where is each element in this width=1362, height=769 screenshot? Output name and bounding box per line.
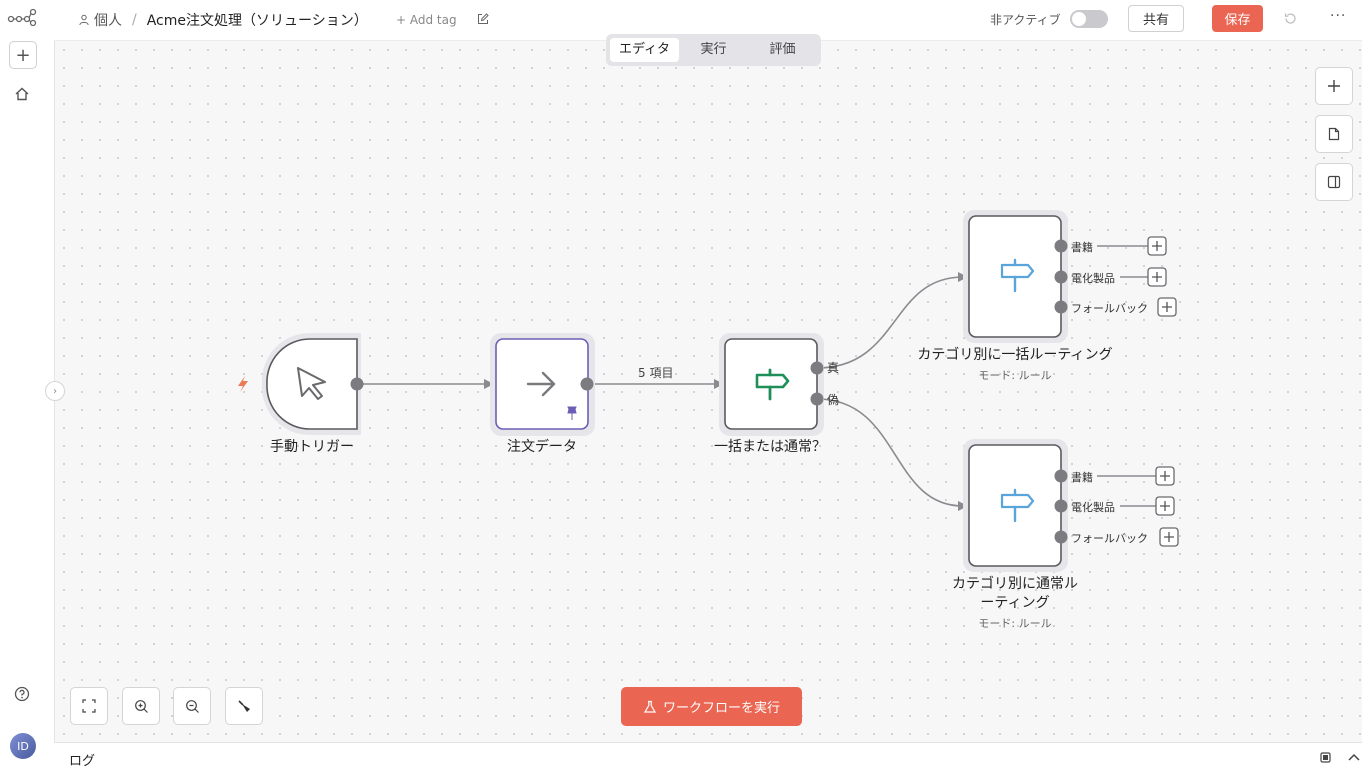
more-options-button[interactable]: ··· <box>1330 8 1346 24</box>
note-icon <box>1328 127 1340 141</box>
pop-out-icon[interactable] <box>1320 752 1331 763</box>
normal-output-handle-fallback[interactable] <box>1054 530 1068 544</box>
bulk-add-books-button[interactable] <box>1147 236 1167 256</box>
output-handle-order[interactable] <box>580 377 594 391</box>
bulk-output-label-books: 書籍 <box>1071 241 1093 254</box>
add-tag-button[interactable]: + Add tag <box>396 13 457 27</box>
tab-editor[interactable]: エディタ <box>610 38 679 62</box>
order-data-node-label: 注文データ <box>507 439 577 455</box>
normal-add-books-button[interactable] <box>1155 466 1175 486</box>
normal-add-electronics-button[interactable] <box>1155 496 1175 516</box>
bulk-output-handle-fallback[interactable] <box>1054 300 1068 314</box>
bulk-output-handle-electronics[interactable] <box>1054 270 1068 284</box>
edit-description-icon[interactable] <box>477 13 489 25</box>
zoom-in-button[interactable] <box>122 687 160 725</box>
node-normal-routing[interactable] <box>963 439 1068 572</box>
bulk-add-electronics-button[interactable] <box>1147 267 1167 287</box>
fit-view-icon <box>82 699 96 713</box>
expand-sidebar-button[interactable]: › <box>45 381 65 401</box>
node-bulk-or-normal[interactable] <box>719 333 824 436</box>
breadcrumb-separator: / <box>132 12 137 28</box>
edge-item-count-label: 5 項目 <box>638 366 674 380</box>
n8n-logo-icon[interactable] <box>7 8 37 26</box>
workflow-name[interactable]: Acme注文処理（ソリューション） <box>147 10 368 30</box>
node-bulk-routing[interactable] <box>963 210 1068 343</box>
save-button[interactable]: 保存 <box>1212 5 1263 32</box>
normal-routing-mode: モード: ルール <box>978 617 1052 630</box>
zoom-out-button[interactable] <box>173 687 211 725</box>
active-toggle[interactable] <box>1070 10 1108 28</box>
workflow-canvas[interactable] <box>55 41 1362 742</box>
bulk-output-label-fallback: フォールバック <box>1071 302 1148 315</box>
tab-evaluations[interactable]: 評価 <box>748 38 817 62</box>
history-icon[interactable] <box>1284 12 1297 25</box>
flask-icon <box>643 700 657 713</box>
tab-executions[interactable]: 実行 <box>679 38 748 62</box>
bulk-routing-node-label: カテゴリ別に一括ルーティング <box>917 347 1113 363</box>
add-new-button[interactable]: + <box>9 41 37 69</box>
log-panel-bar[interactable]: ログ <box>54 742 1362 769</box>
chevron-up-icon[interactable] <box>1348 753 1360 761</box>
active-status-label: 非アクティブ <box>990 13 1061 27</box>
panel-icon <box>1327 175 1341 189</box>
log-label: ログ <box>69 754 96 769</box>
if-true-label: 真 <box>827 361 840 375</box>
normal-routing-node-label-1: カテゴリ別に通常ル <box>952 576 1078 592</box>
share-button[interactable]: 共有 <box>1128 5 1184 32</box>
normal-output-handle-books[interactable] <box>1054 469 1068 483</box>
normal-output-label-electronics: 電化製品 <box>1071 501 1115 514</box>
run-workflow-button[interactable]: ワークフローを実行 <box>621 687 802 726</box>
run-workflow-label: ワークフローを実行 <box>662 701 780 716</box>
add-sticky-note-button[interactable] <box>1315 115 1353 153</box>
if-node-label: 一括または通常？ <box>714 439 826 455</box>
zoom-out-icon <box>185 699 199 713</box>
person-icon <box>79 14 89 26</box>
add-node-button[interactable] <box>1315 67 1353 105</box>
output-handle-true[interactable] <box>810 361 824 375</box>
project-link[interactable]: 個人 <box>94 10 122 30</box>
toggle-panel-button[interactable] <box>1315 163 1353 201</box>
normal-routing-node-label-2: ーティング <box>980 595 1050 611</box>
fit-view-button[interactable] <box>70 687 108 725</box>
normal-output-handle-electronics[interactable] <box>1054 499 1068 513</box>
help-icon[interactable] <box>14 686 30 702</box>
user-avatar[interactable]: ID <box>10 733 36 759</box>
normal-output-label-fallback: フォールバック <box>1071 532 1148 545</box>
view-tabs: エディタ 実行 評価 <box>606 34 821 66</box>
trigger-node-label: 手動トリガー <box>270 439 354 455</box>
node-manual-trigger[interactable] <box>261 332 361 436</box>
normal-add-fallback-button[interactable] <box>1159 527 1179 547</box>
bulk-output-handle-books[interactable] <box>1054 239 1068 253</box>
zoom-in-icon <box>134 699 148 713</box>
if-false-label: 偽 <box>827 393 840 407</box>
output-handle-false[interactable] <box>810 392 824 406</box>
bulk-add-fallback-button[interactable] <box>1157 297 1177 317</box>
normal-output-label-books: 書籍 <box>1071 471 1093 484</box>
plus-icon <box>1328 80 1340 92</box>
bulk-routing-mode: モード: ルール <box>978 369 1052 382</box>
tidy-up-button[interactable] <box>225 687 263 725</box>
breadcrumb: 個人 / Acme注文処理（ソリューション） <box>78 10 368 30</box>
node-order-data[interactable] <box>490 333 595 436</box>
bulk-output-label-electronics: 電化製品 <box>1071 272 1115 285</box>
output-handle-trigger[interactable] <box>350 377 364 391</box>
home-icon[interactable] <box>14 86 30 102</box>
broom-icon <box>238 700 250 712</box>
